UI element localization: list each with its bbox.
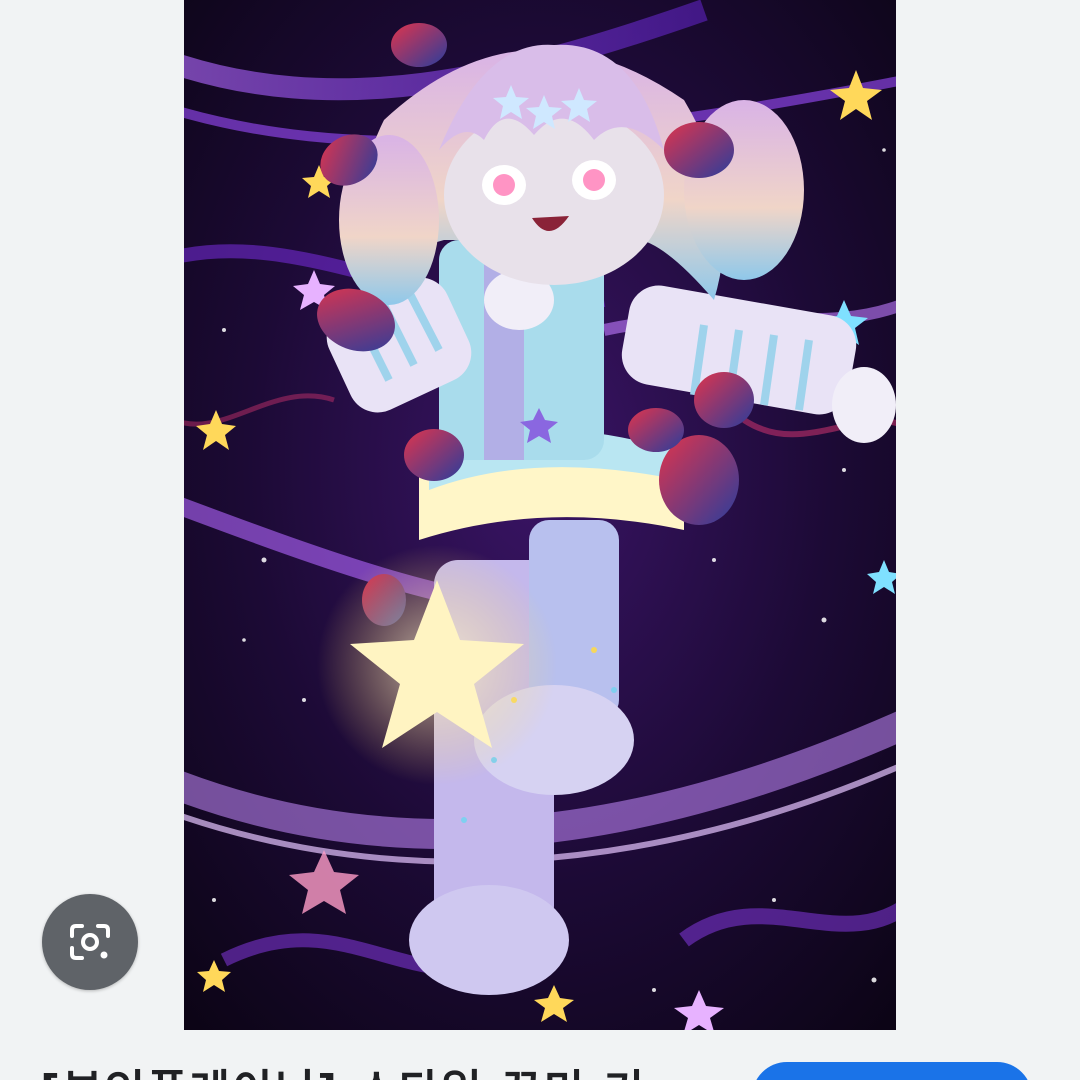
google-lens-camera-icon: [70, 924, 110, 960]
image-viewer: [부인폴레이닝] 스타일 꾸미 기: [0, 0, 1080, 1080]
result-title[interactable]: [부인폴레이닝] 스타일 꾸미 기: [40, 1062, 740, 1080]
character-artwork: [184, 0, 896, 1030]
visit-button[interactable]: [752, 1062, 1032, 1080]
google-lens-button[interactable]: [42, 894, 138, 990]
main-image[interactable]: [184, 0, 896, 1030]
